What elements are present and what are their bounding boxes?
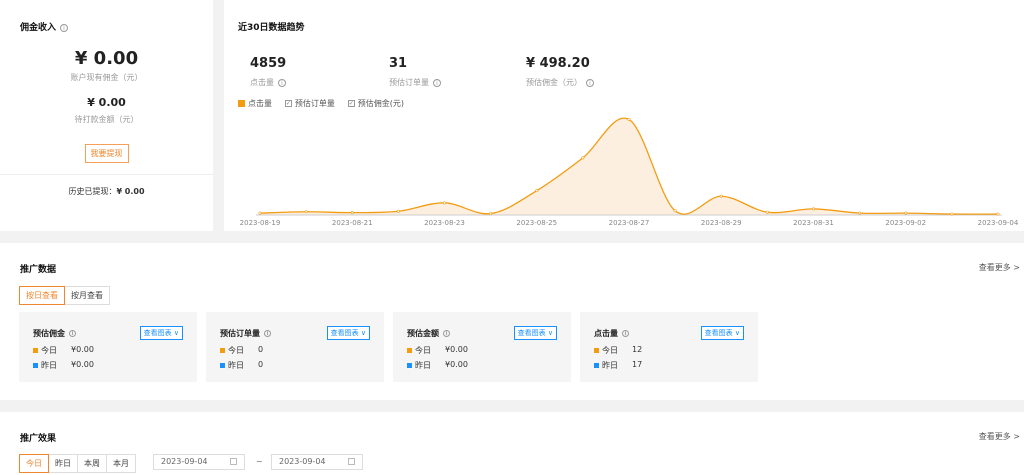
pending-label: 待打款金额（元）: [74, 115, 139, 124]
data-point[interactable]: [304, 210, 308, 214]
data-point[interactable]: [443, 201, 447, 205]
today-label: 今日: [41, 346, 57, 355]
yesterday-swatch: [594, 363, 599, 368]
info-icon[interactable]: i: [60, 23, 69, 32]
trend-chart[interactable]: 2023-08-19 2023-08-21 2023-08-23 2023-08-25…: [224, 0, 1024, 231]
tab-today[interactable]: 今日: [19, 454, 49, 473]
series-area: [260, 118, 998, 215]
current-commission-label: 账户现有佣金（元）: [70, 73, 143, 82]
data-point[interactable]: [581, 156, 585, 160]
data-point[interactable]: [858, 211, 862, 215]
calendar-icon: [348, 458, 355, 465]
x-tick-label: 2023-08-29: [701, 219, 742, 227]
today-label: 今日: [602, 346, 618, 355]
promo-view-tabs: 按日查看 按月查看: [19, 286, 110, 305]
yesterday-label: 昨日: [228, 361, 244, 370]
yesterday-label: 昨日: [41, 361, 57, 370]
info-icon[interactable]: i: [69, 330, 76, 337]
pending-amount: ¥ 0.00: [87, 96, 126, 109]
promo-title: 推广数据: [20, 265, 57, 275]
today-swatch: [33, 348, 38, 353]
x-tick-label: 2023-09-04: [978, 219, 1019, 227]
stat-card-clicks: 点击量 i 查看图表 ∨ 今日 12 昨日 17: [580, 312, 758, 382]
start-date-input[interactable]: 2023-09-04: [153, 454, 245, 470]
data-point[interactable]: [811, 207, 815, 211]
stat-card-orders: 预估订单量 i 查看图表 ∨ 今日 0 昨日 0: [206, 312, 384, 382]
today-label: 今日: [415, 346, 431, 355]
today-value: 0: [258, 345, 264, 354]
divider: [0, 174, 213, 175]
date-range-separator: ~: [256, 457, 263, 466]
tab-this-month[interactable]: 本月: [106, 454, 136, 473]
today-swatch: [594, 348, 599, 353]
today-value: 12: [632, 345, 643, 354]
data-point[interactable]: [350, 211, 354, 215]
data-point[interactable]: [258, 211, 262, 215]
yesterday-value: 0: [258, 360, 264, 369]
view-chart-button[interactable]: 查看图表 ∨: [326, 326, 370, 340]
info-icon[interactable]: i: [622, 330, 629, 337]
x-tick-label: 2023-08-31: [793, 219, 834, 227]
info-icon[interactable]: i: [264, 330, 271, 337]
yesterday-label: 昨日: [415, 361, 431, 370]
yesterday-swatch: [33, 363, 38, 368]
x-tick-label: 2023-09-02: [885, 219, 926, 227]
trend-card: 近30日数据趋势 4859 点击量 i 31 预估订单量 i ¥ 498.20 预估…: [224, 0, 1024, 231]
x-tick-label: 2023-08-23: [424, 219, 465, 227]
data-point[interactable]: [996, 212, 1000, 216]
x-tick-label: 2023-08-19: [240, 219, 281, 227]
effect-title: 推广效果: [20, 434, 57, 444]
x-tick-label: 2023-08-25: [516, 219, 557, 227]
tab-this-week[interactable]: 本周: [77, 454, 107, 473]
yesterday-swatch: [407, 363, 412, 368]
data-point[interactable]: [396, 209, 400, 213]
end-date-input[interactable]: 2023-09-04: [271, 454, 363, 470]
stat-title: 预估金额: [407, 329, 439, 338]
history-label: 历史已提现：: [68, 187, 117, 196]
effect-more-link[interactable]: 查看更多 >: [979, 431, 1020, 442]
x-tick-label: 2023-08-21: [332, 219, 373, 227]
tab-yesterday[interactable]: 昨日: [48, 454, 78, 473]
tab-monthly[interactable]: 按月查看: [64, 286, 110, 305]
data-point[interactable]: [489, 212, 493, 216]
calendar-icon: [230, 458, 237, 465]
stat-card-commission: 预估佣金 i 查看图表 ∨ 今日 ¥0.00 昨日 ¥0.00: [19, 312, 197, 382]
data-point[interactable]: [765, 210, 769, 214]
view-chart-button[interactable]: 查看图表 ∨: [700, 326, 744, 340]
info-icon[interactable]: i: [443, 330, 450, 337]
today-value: ¥0.00: [445, 345, 468, 354]
history-amount: ¥ 0.00: [116, 187, 145, 196]
today-label: 今日: [228, 346, 244, 355]
stat-title: 预估佣金: [33, 329, 65, 338]
today-value: ¥0.00: [71, 345, 94, 354]
yesterday-label: 昨日: [602, 361, 618, 370]
today-swatch: [220, 348, 225, 353]
stat-title: 预估订单量: [220, 329, 260, 338]
yesterday-swatch: [220, 363, 225, 368]
promo-more-link[interactable]: 查看更多 >: [979, 262, 1020, 273]
view-chart-button[interactable]: 查看图表 ∨: [139, 326, 183, 340]
tab-daily[interactable]: 按日查看: [19, 286, 65, 305]
data-point[interactable]: [673, 209, 677, 213]
data-point[interactable]: [719, 194, 723, 198]
view-chart-button[interactable]: 查看图表 ∨: [513, 326, 557, 340]
stat-title: 点击量: [594, 329, 618, 338]
today-swatch: [407, 348, 412, 353]
data-point[interactable]: [904, 211, 908, 215]
yesterday-value: 17: [632, 360, 643, 369]
x-tick-label: 2023-08-27: [609, 219, 650, 227]
stat-card-amount: 预估金额 i 查看图表 ∨ 今日 ¥0.00 昨日 ¥0.00: [393, 312, 571, 382]
data-point[interactable]: [950, 212, 954, 216]
yesterday-value: ¥0.00: [71, 360, 94, 369]
commission-title: 佣金收入: [20, 23, 57, 33]
data-point[interactable]: [535, 189, 539, 193]
data-point[interactable]: [627, 117, 631, 121]
commission-card: 佣金收入 i ¥ 0.00 账户现有佣金（元） ¥ 0.00 待打款金额（元） 我…: [0, 0, 213, 231]
current-commission-amount: ¥ 0.00: [74, 48, 139, 69]
yesterday-value: ¥0.00: [445, 360, 468, 369]
withdraw-button[interactable]: 我要提现: [84, 144, 129, 163]
history-withdrawn: 历史已提现：¥ 0.00: [0, 186, 213, 197]
effect-range-tabs: 今日 昨日 本周 本月: [19, 454, 136, 473]
